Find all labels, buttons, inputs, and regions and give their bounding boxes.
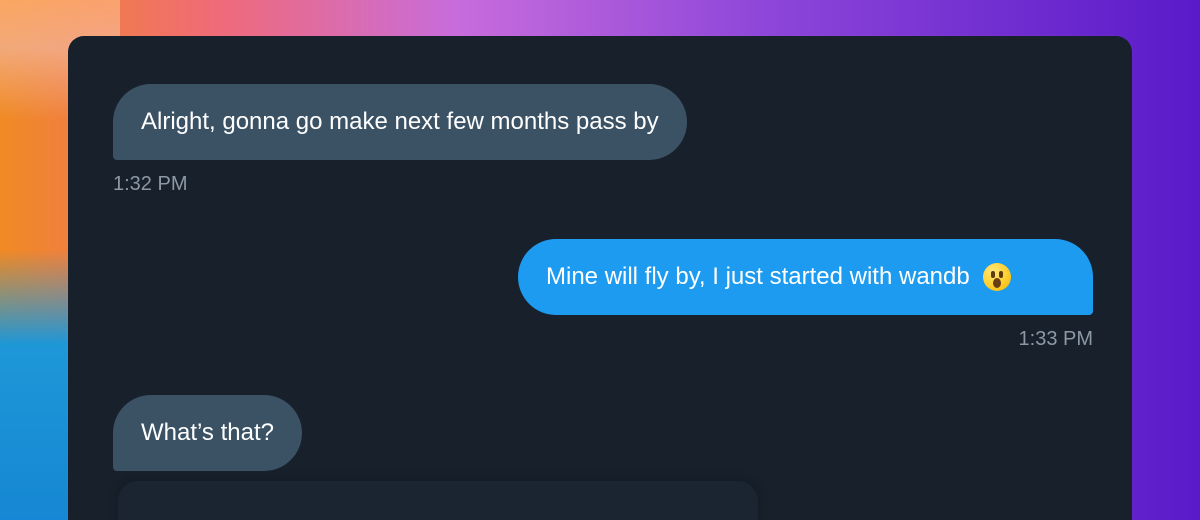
message-text: Mine will fly by, I just started with wa…	[546, 263, 970, 290]
emoji-mouth	[992, 278, 1001, 288]
message-bubble: Alright, gonna go make next few months p…	[113, 84, 687, 160]
message-timestamp: 1:33 PM	[1018, 328, 1093, 350]
embedded-preview-card	[118, 481, 758, 520]
chat-card: Alright, gonna go make next few months p…	[68, 36, 1132, 520]
message-timestamp: 1:32 PM	[113, 173, 188, 195]
emoji-eye-right	[998, 271, 1003, 278]
emoji-face	[982, 263, 1011, 291]
message-group-incoming-1: Alright, gonna go make next few months p…	[113, 84, 687, 194]
message-bubble: Mine will fly by, I just started with wa…	[518, 239, 1093, 315]
message-text: Alright, gonna go make next few months p…	[141, 108, 659, 135]
message-group-outgoing-1: Mine will fly by, I just started with wa…	[518, 239, 1093, 349]
message-bubble: What’s that?	[113, 395, 302, 471]
message-text: What’s that?	[141, 419, 274, 446]
emoji-eye-left	[990, 271, 995, 278]
astonished-face-icon	[982, 262, 1012, 292]
message-group-incoming-2: What’s that?	[113, 395, 302, 471]
